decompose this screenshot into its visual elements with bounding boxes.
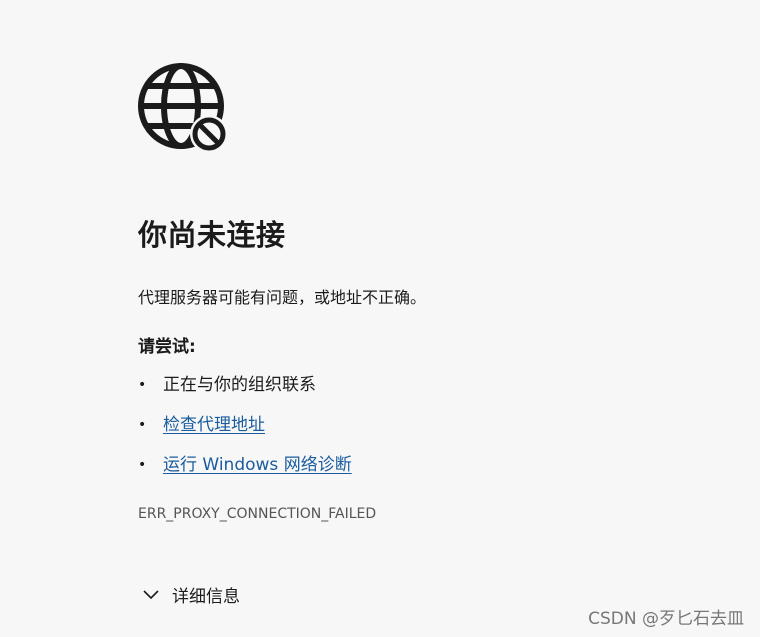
page-title: 你尚未连接 — [138, 218, 286, 252]
network-diagnostics-link[interactable]: 运行 Windows 网络诊断 — [163, 450, 352, 480]
bullet: • — [138, 457, 147, 473]
error-code: ERR_PROXY_CONNECTION_FAILED — [138, 506, 377, 522]
details-toggle[interactable]: 详细信息 — [142, 580, 240, 608]
globe-blocked-icon — [138, 63, 228, 153]
error-page: 你尚未连接 代理服务器可能有问题，或地址不正确。 请尝试: • 正在与你的组织联… — [0, 0, 760, 637]
chevron-down-icon — [143, 590, 159, 600]
error-description: 代理服务器可能有问题，或地址不正确。 — [138, 288, 427, 307]
check-proxy-link[interactable]: 检查代理地址 — [163, 410, 265, 440]
watermark: CSDN @歹匕石去皿 — [588, 609, 744, 629]
try-heading: 请尝试: — [138, 337, 196, 357]
bullet: • — [138, 377, 147, 393]
bullet: • — [138, 417, 147, 433]
suggestion-contact-org: 正在与你的组织联系 — [163, 375, 316, 395]
details-label: 详细信息 — [172, 586, 240, 607]
